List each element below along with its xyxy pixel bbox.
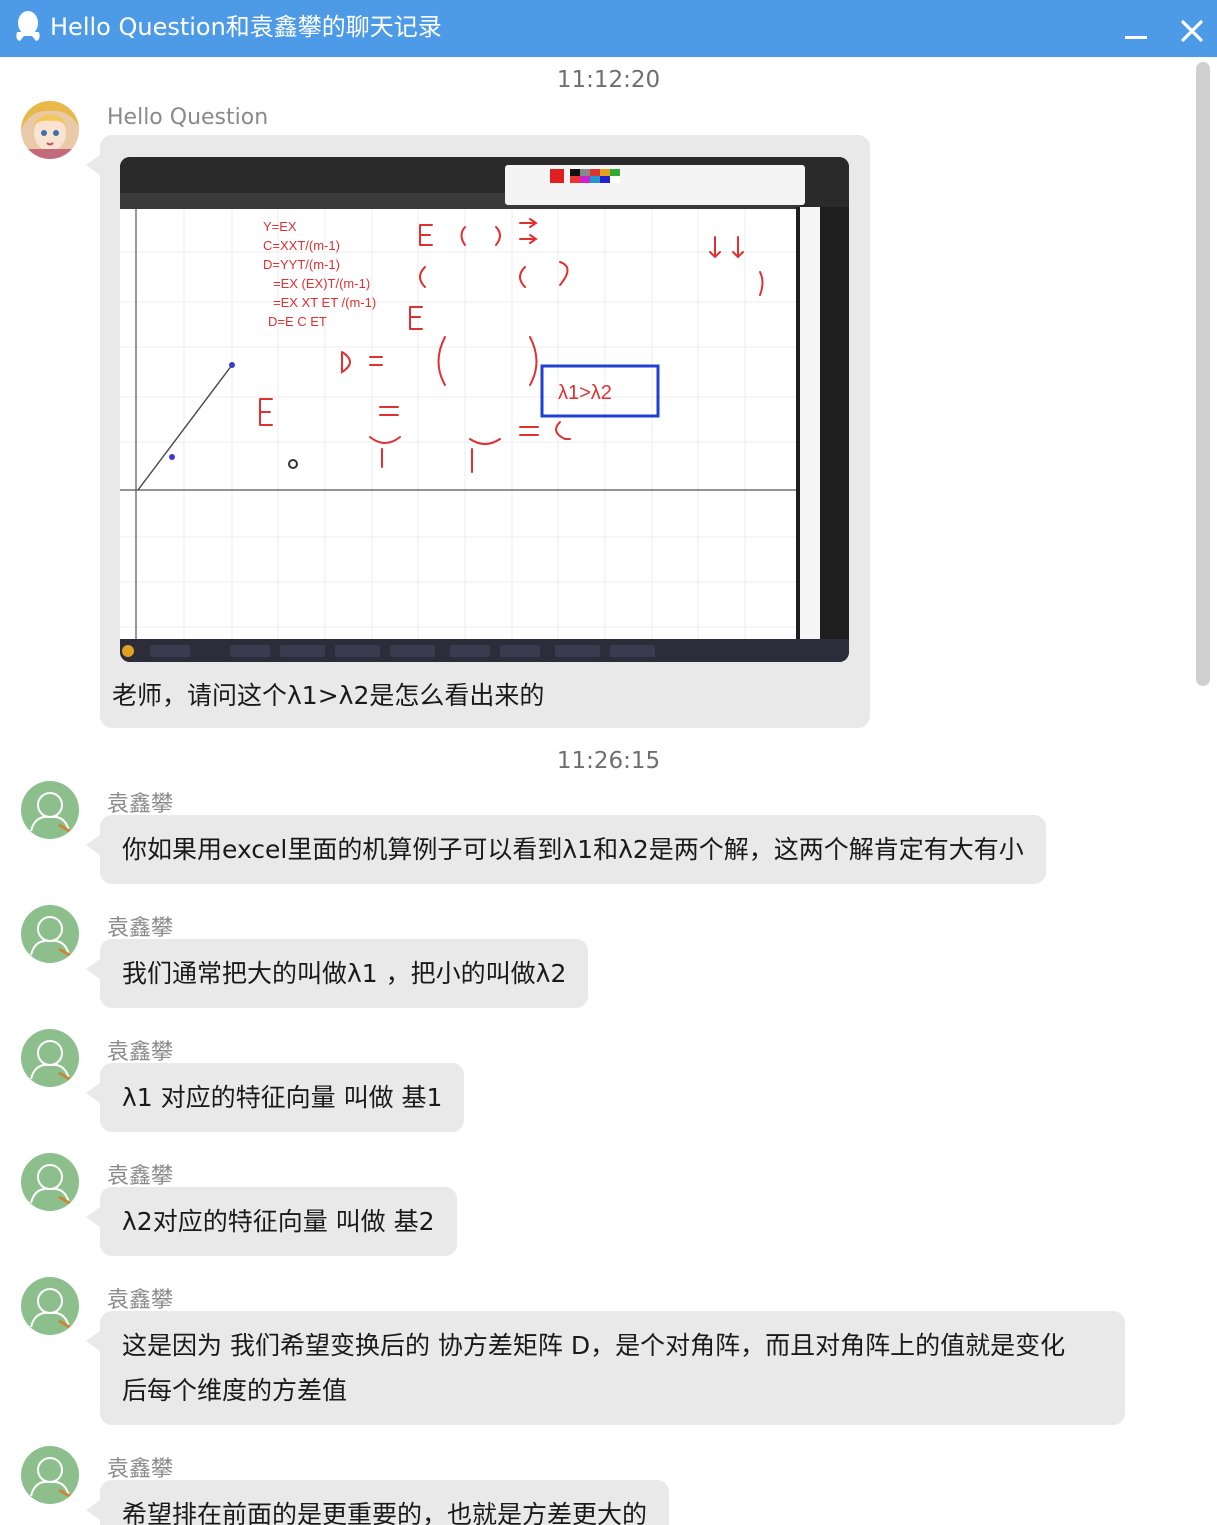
typed-line: =EX (EX)T/(m-1) (273, 276, 370, 291)
default-avatar-icon (21, 1029, 79, 1087)
sender-name: 袁鑫攀 (107, 1288, 174, 1313)
avatar[interactable] (21, 1153, 79, 1211)
minimize-icon[interactable] (1120, 16, 1152, 44)
close-icon[interactable] (1176, 12, 1208, 48)
sender-name: 袁鑫攀 (107, 916, 174, 941)
message-bubble[interactable]: λ2对应的特征向量 叫做 基2 (86, 1187, 457, 1256)
default-avatar-icon (21, 1446, 79, 1504)
boxed-text: λ1>λ2 (558, 382, 612, 404)
typed-line: C=XXT/(m-1) (263, 238, 340, 253)
screenshot-image[interactable]: Y=EX C=XXT/(m-1) D=YYT/(m-1) =EX (EX)T/(… (120, 157, 849, 662)
default-avatar-icon (21, 781, 79, 839)
scrollbar-thumb[interactable] (1196, 62, 1210, 686)
avatar[interactable] (21, 1029, 79, 1087)
avatar[interactable] (21, 905, 79, 963)
sender-name: 袁鑫攀 (107, 1164, 174, 1189)
avatar[interactable] (21, 781, 79, 839)
typed-line: =EX XT ET /(m-1) (273, 295, 376, 310)
message-line: 这是因为 我们希望变换后的 协方差矩阵 D，是个对角阵，而且对角阵上的值就是变化 (122, 1331, 1066, 1360)
avatar[interactable] (21, 1446, 79, 1504)
avatar[interactable] (21, 101, 79, 159)
message-bubble[interactable]: 你如果用excel里面的机算例子可以看到λ1和λ2是两个解，这两个解肯定有大有小 (86, 815, 1046, 884)
message-bubble[interactable]: λ1 对应的特征向量 叫做 基1 (85, 1063, 465, 1132)
message-bubble[interactable]: 希望排在前面的是更重要的，也就是方差更大的 (85, 1480, 670, 1525)
avatar[interactable] (21, 1277, 79, 1335)
default-avatar-icon (21, 1277, 79, 1335)
window-title: Hello Question和袁鑫攀的聊天记录 (50, 13, 442, 41)
sender-name: 袁鑫攀 (107, 1457, 174, 1482)
typed-line: Y=EX (263, 219, 297, 234)
typed-line: D=YYT/(m-1) (263, 257, 340, 272)
title-bar: Hello Question和袁鑫攀的聊天记录 (0, 0, 1217, 57)
message-timestamp: 11:26:15 (556, 748, 661, 774)
sender-name: 袁鑫攀 (107, 1040, 174, 1065)
default-avatar-icon (21, 1153, 79, 1211)
sender-name: Hello Question (107, 105, 269, 130)
message-bubble[interactable]: 这是因为 我们希望变换后的 协方差矩阵 D，是个对角阵，而且对角阵上的值就是变化… (86, 1311, 1125, 1425)
qq-penguin-icon (16, 11, 40, 41)
typed-line: D=E C ET (268, 314, 327, 329)
message-line: 后每个维度的方差值 (122, 1376, 348, 1405)
message-bubble[interactable]: 我们通常把大的叫做λ1 ，把小的叫做λ2 (85, 939, 589, 1008)
anime-avatar-icon (21, 101, 79, 159)
message-timestamp: 11:12:20 (556, 67, 661, 93)
sender-name: 袁鑫攀 (107, 792, 174, 817)
image-caption: 老师，请问这个λ1>λ2是怎么看出来的 (112, 681, 545, 710)
default-avatar-icon (21, 905, 79, 963)
